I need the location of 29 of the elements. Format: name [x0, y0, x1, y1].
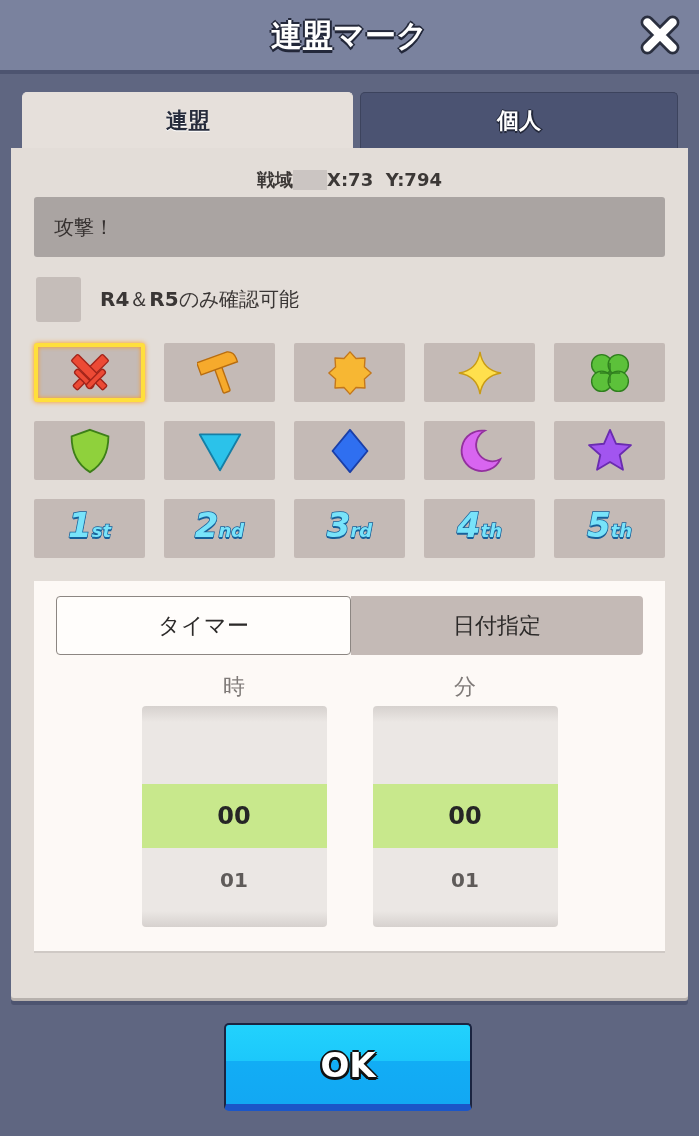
mark-button[interactable]	[554, 343, 665, 402]
starburst-icon	[326, 349, 373, 396]
tab[interactable]: 個人	[360, 92, 678, 148]
window-title: 連盟マーク	[271, 16, 428, 55]
star-icon	[586, 427, 633, 474]
picker-option[interactable]: 01	[141, 848, 327, 912]
tab[interactable]: 連盟	[22, 92, 353, 148]
mode-tab[interactable]: タイマー	[56, 596, 351, 655]
mode-tab[interactable]: 日付指定	[350, 596, 643, 655]
picker-wheel[interactable]: 00 01	[141, 706, 327, 927]
picker-option[interactable]: 00	[141, 784, 327, 848]
mark-button[interactable]	[554, 421, 665, 480]
message-field[interactable]: 攻撃！	[34, 197, 665, 257]
area-label: 戦域	[257, 168, 294, 192]
picker-option[interactable]: 00	[372, 784, 558, 848]
checkbox[interactable]	[36, 277, 81, 322]
mark-button[interactable]	[34, 343, 145, 402]
close-icon[interactable]	[639, 15, 681, 55]
picker-wheel[interactable]: 00 01	[372, 706, 558, 927]
mark-button[interactable]	[34, 421, 145, 480]
mark-button[interactable]	[424, 421, 535, 480]
sparkle-icon	[456, 349, 503, 396]
checkbox-label: R4＆R5のみ確認可能	[100, 286, 299, 313]
coordinates-text: X:73 Y:794	[327, 168, 442, 192]
picker-option[interactable]: 01	[372, 848, 558, 912]
mark-button[interactable]	[164, 421, 275, 480]
picker-label: 時	[223, 673, 245, 701]
mark-button[interactable]	[294, 421, 405, 480]
picker-label: 分	[454, 673, 476, 701]
